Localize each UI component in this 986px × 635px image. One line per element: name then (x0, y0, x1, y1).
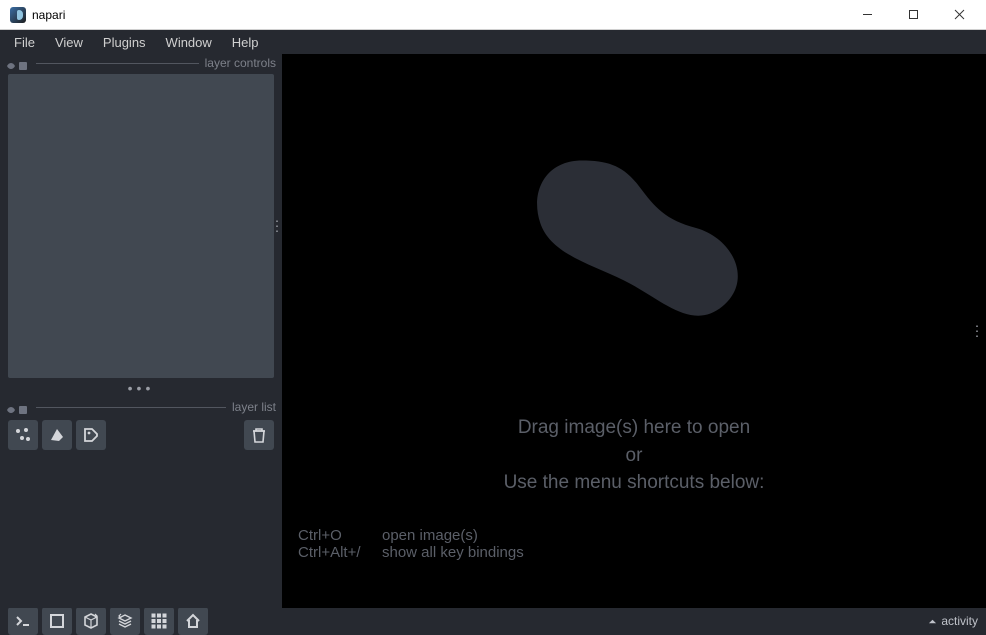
menu-file[interactable]: File (4, 33, 45, 52)
shortcut-row: Ctrl+Alt+/ show all key bindings (298, 544, 524, 561)
shortcut-desc: open image(s) (382, 527, 478, 544)
welcome-line1: Drag image(s) here to open (504, 414, 765, 442)
home-button[interactable] (178, 607, 208, 635)
close-button[interactable] (936, 0, 982, 30)
layer-list-header: layer list (6, 400, 276, 414)
layer-list-label: layer list (232, 400, 276, 414)
new-points-button[interactable] (8, 420, 38, 450)
maximize-button[interactable] (890, 0, 936, 30)
menu-plugins[interactable]: Plugins (93, 33, 156, 52)
transpose-dims-button[interactable] (110, 607, 140, 635)
horizontal-splitter-handle[interactable]: ••• (0, 380, 282, 396)
layer-controls-panel: ⋮ (8, 74, 274, 378)
app-icon (10, 7, 26, 23)
menu-view[interactable]: View (45, 33, 93, 52)
layer-tools (0, 414, 282, 450)
detach-icon[interactable] (6, 58, 16, 68)
left-panel: layer controls ⋮ ••• layer list (0, 54, 282, 608)
bottom-bar: activity (0, 608, 986, 634)
right-splitter-handle[interactable]: ⋮ (970, 329, 984, 334)
delete-layer-button[interactable] (244, 420, 274, 450)
menu-help[interactable]: Help (222, 33, 269, 52)
canvas[interactable]: Drag image(s) here to open or Use the me… (282, 54, 986, 608)
napari-logo (499, 114, 769, 384)
grid-button[interactable] (144, 607, 174, 635)
layer-controls-label: layer controls (205, 56, 276, 70)
menu-window[interactable]: Window (156, 33, 222, 52)
minimize-button[interactable] (844, 0, 890, 30)
window-title: napari (32, 8, 65, 22)
welcome-line2: or (504, 442, 765, 470)
titlebar: napari (0, 0, 986, 30)
console-button[interactable] (8, 607, 38, 635)
layer-controls-header: layer controls (6, 56, 276, 70)
roll-dims-button[interactable] (76, 607, 106, 635)
detach-icon[interactable] (6, 402, 16, 412)
new-shapes-button[interactable] (42, 420, 72, 450)
shortcut-key: Ctrl+Alt+/ (298, 544, 382, 561)
ndisplay-button[interactable] (42, 607, 72, 635)
close-panel-icon[interactable] (18, 58, 28, 68)
activity-toggle[interactable]: activity (928, 614, 978, 628)
shortcuts-hint: Ctrl+O open image(s) Ctrl+Alt+/ show all… (298, 527, 524, 561)
welcome-line3: Use the menu shortcuts below: (504, 469, 765, 497)
menubar: File View Plugins Window Help (0, 30, 986, 54)
close-panel-icon[interactable] (18, 402, 28, 412)
welcome-text: Drag image(s) here to open or Use the me… (504, 414, 765, 497)
new-labels-button[interactable] (76, 420, 106, 450)
main-area: layer controls ⋮ ••• layer list (0, 54, 986, 608)
activity-label: activity (941, 614, 978, 628)
shortcut-row: Ctrl+O open image(s) (298, 527, 524, 544)
shortcut-desc: show all key bindings (382, 544, 524, 561)
shortcut-key: Ctrl+O (298, 527, 382, 544)
